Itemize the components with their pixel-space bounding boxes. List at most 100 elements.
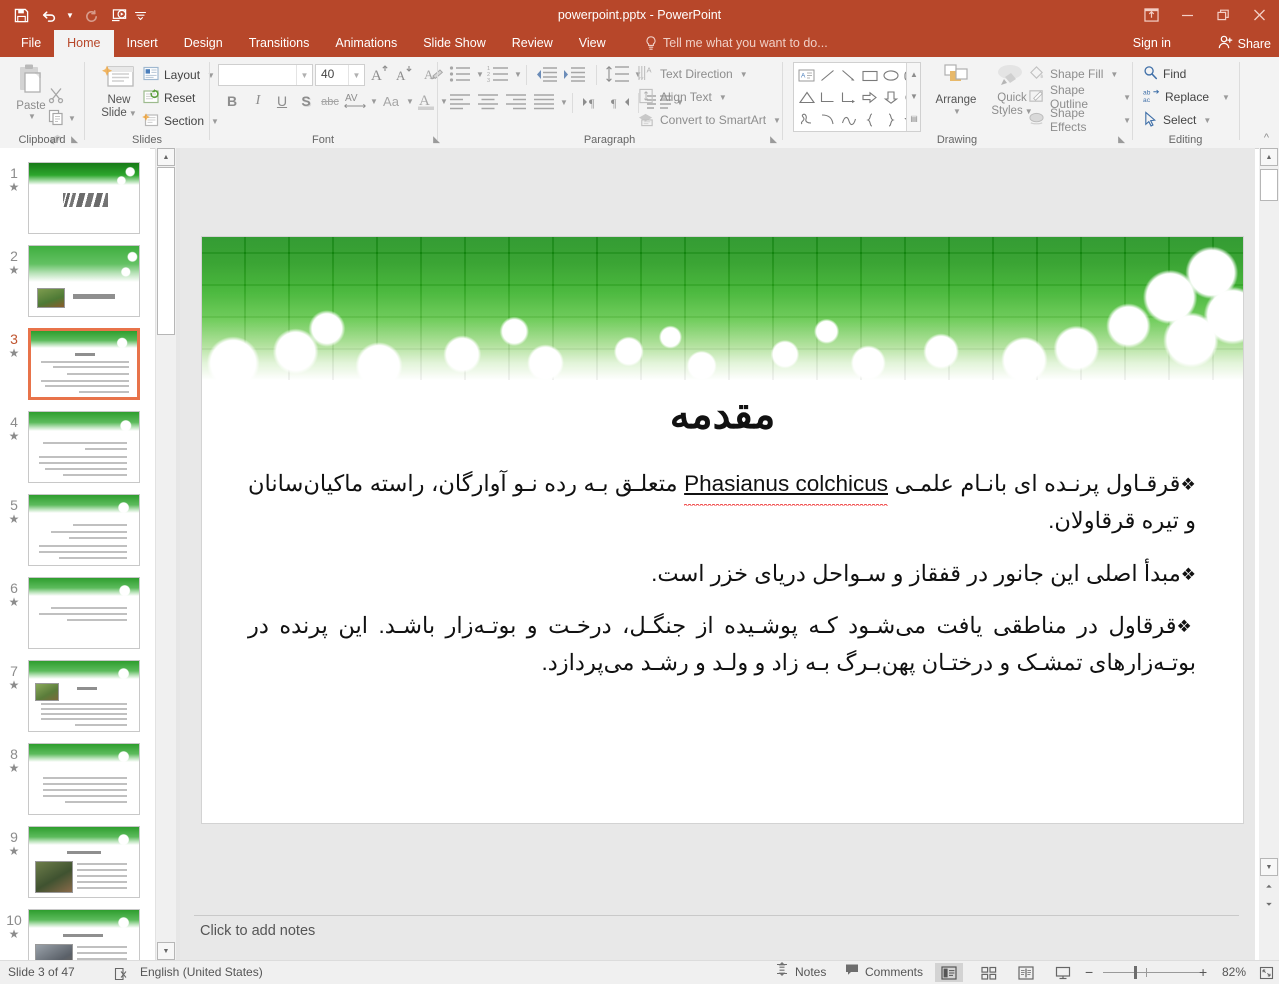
zoom-in-button[interactable]: + (1199, 961, 1207, 984)
line-spacing-button[interactable] (604, 63, 630, 85)
reset-button[interactable]: Reset (143, 88, 195, 108)
bullet-1[interactable]: ❖قرقـاول پرنـده ای بانـام علمـی Phasianu… (248, 465, 1196, 540)
font-color-button[interactable]: A (416, 90, 436, 112)
thumbnail-scroll-down-button[interactable]: ▼ (157, 942, 175, 960)
slide-thumbnail[interactable] (28, 577, 140, 649)
bullets-button[interactable] (448, 63, 472, 85)
shape-fill-dropdown-icon[interactable]: ▼ (1110, 70, 1118, 79)
smartart-dropdown-icon[interactable]: ▼ (773, 116, 781, 125)
tab-design[interactable]: Design (171, 30, 236, 57)
zoom-slider-track[interactable] (1103, 972, 1203, 973)
align-left-button[interactable] (448, 91, 472, 113)
select-dropdown-icon[interactable]: ▼ (1203, 116, 1211, 125)
italic-button[interactable]: I (248, 91, 268, 111)
slide-thumbnail[interactable] (28, 162, 140, 234)
thumbnail-item-1[interactable]: 1 ★ (0, 162, 150, 234)
shape-down-arrow-icon[interactable] (881, 88, 900, 107)
align-text-dropdown-icon[interactable]: ▼ (719, 93, 727, 102)
shape-outline-button[interactable]: Shape Outline ▼ (1028, 83, 1131, 111)
slide-thumbnail[interactable] (28, 826, 140, 898)
copy-button[interactable]: ▼ (48, 109, 76, 128)
minimize-icon[interactable] (1169, 1, 1205, 29)
justify-button[interactable] (532, 91, 556, 113)
fit-slide-to-window-button[interactable] (1252, 963, 1279, 982)
bold-button[interactable]: B (222, 91, 242, 111)
shapes-more-icon[interactable]: ▤ (907, 107, 921, 129)
shapes-gallery-scrollbar[interactable]: ▲ ▼ ▤ (906, 63, 920, 131)
shape-right-brace-icon[interactable] (881, 110, 900, 129)
cut-button[interactable] (48, 87, 64, 106)
replace-dropdown-icon[interactable]: ▼ (1222, 93, 1230, 102)
shape-rectangle-icon[interactable] (860, 66, 879, 85)
increase-indent-button[interactable] (562, 63, 586, 85)
slide-show-view-button[interactable] (1049, 963, 1077, 982)
tab-insert[interactable]: Insert (114, 30, 171, 57)
thumbnail-item-4[interactable]: 4 ★ (0, 411, 150, 483)
slide-thumbnail[interactable] (28, 743, 140, 815)
font-size-combobox[interactable]: 40 ▼ (315, 64, 365, 86)
slide-thumbnail-pane[interactable]: 1 ★ 2 ★ 3 ★ 4 ★ 5 ★ 6 ★ 7 ★ 8 ★ 9 ★ 10 ★ (0, 148, 150, 960)
thumbnail-item-8[interactable]: 8 ★ (0, 743, 150, 815)
decrease-font-size-button[interactable]: A (394, 63, 416, 85)
zoom-level[interactable]: 82% (1222, 961, 1246, 984)
character-spacing-dropdown-icon[interactable]: ▼ (370, 97, 378, 106)
sign-in-button[interactable]: Sign in (1133, 30, 1171, 57)
tab-file[interactable]: File (8, 30, 54, 57)
section-button[interactable]: Section ▼ (142, 111, 219, 131)
shape-effects-dropdown-icon[interactable]: ▼ (1123, 116, 1131, 125)
slide-thumbnail-selected[interactable] (28, 328, 140, 400)
thumbnail-scroll-up-button[interactable]: ▲ (157, 148, 175, 166)
change-case-button[interactable]: Aa (378, 91, 404, 111)
thumbnail-item-2[interactable]: 2 ★ (0, 245, 150, 317)
notes-placeholder[interactable]: Click to add notes (200, 923, 315, 939)
slide-title[interactable]: مقدمه (202, 392, 1243, 438)
numbering-button[interactable]: 123 (486, 63, 510, 85)
thumbnail-item-3[interactable]: 3 ★ (0, 328, 150, 400)
zoom-out-button[interactable]: − (1085, 961, 1093, 984)
tab-home[interactable]: Home (54, 30, 114, 57)
slide-body-text[interactable]: ❖قرقـاول پرنـده ای بانـام علمـی Phasianu… (248, 465, 1196, 697)
bullet-3[interactable]: ❖قرقاول در مناطقی یافت می‌شـود کـه پوشـی… (248, 607, 1196, 682)
normal-view-button[interactable] (935, 963, 963, 982)
text-shadow-button[interactable]: S (296, 91, 316, 111)
change-case-dropdown-icon[interactable]: ▼ (406, 97, 414, 106)
arrange-dropdown-icon[interactable]: ▼ (930, 107, 984, 116)
shape-scribble-icon[interactable] (797, 110, 816, 129)
spell-check-icon[interactable] (112, 964, 130, 983)
share-button[interactable]: Share (1218, 30, 1271, 57)
shape-fill-button[interactable]: Shape Fill ▼ (1028, 64, 1118, 84)
slide-thumbnail[interactable] (28, 909, 140, 960)
close-icon[interactable] (1241, 1, 1277, 29)
strikethrough-button[interactable]: abc (318, 93, 342, 111)
align-right-button[interactable] (504, 91, 528, 113)
arrange-button[interactable]: Arrange ▼ (928, 63, 984, 116)
bullet-2[interactable]: ❖مبدأ اصلی این جانور در قفقاز و سـواحل د… (248, 555, 1196, 592)
slide-thumbnail[interactable] (28, 494, 140, 566)
slide-scrollbar-thumb[interactable] (1260, 169, 1278, 201)
slide-indicator[interactable]: Slide 3 of 47 (8, 961, 75, 984)
paragraph-dialog-launcher[interactable]: ◣ (770, 134, 777, 145)
shape-oval-icon[interactable] (881, 66, 900, 85)
layout-button[interactable]: Layout ▼ (143, 65, 215, 85)
reading-view-button[interactable] (1012, 963, 1040, 982)
tab-view[interactable]: View (566, 30, 619, 57)
increase-font-size-button[interactable]: A (370, 63, 392, 85)
shape-right-arrow-icon[interactable] (860, 88, 879, 107)
replace-button[interactable]: ab ac Replace ▼ (1143, 87, 1230, 107)
tab-slide-show[interactable]: Slide Show (410, 30, 499, 57)
bullets-dropdown-icon[interactable]: ▼ (476, 70, 484, 79)
new-slide-button[interactable]: New Slide ▼ (93, 63, 145, 120)
text-direction-button[interactable]: A Text Direction ▼ (638, 64, 748, 84)
shapes-scroll-down-icon[interactable]: ▼ (907, 85, 921, 107)
tell-me-search[interactable]: Tell me what you want to do... (645, 30, 828, 57)
next-slide-button[interactable]: ⏷ (1262, 898, 1276, 912)
select-button[interactable]: Select ▼ (1143, 110, 1211, 130)
thumbnail-scrollbar-thumb[interactable] (157, 167, 175, 335)
shape-outline-dropdown-icon[interactable]: ▼ (1123, 93, 1131, 102)
slide-area-scrollbar[interactable]: ▲ ▼ ⏶ ⏷ (1259, 148, 1279, 960)
notes-pane[interactable]: Click to add notes (180, 905, 1255, 960)
shapes-scroll-up-icon[interactable]: ▲ (907, 63, 921, 85)
thumbnail-item-7[interactable]: 7 ★ (0, 660, 150, 732)
shape-elbow-arrow-icon[interactable] (839, 88, 858, 107)
tab-animations[interactable]: Animations (322, 30, 410, 57)
